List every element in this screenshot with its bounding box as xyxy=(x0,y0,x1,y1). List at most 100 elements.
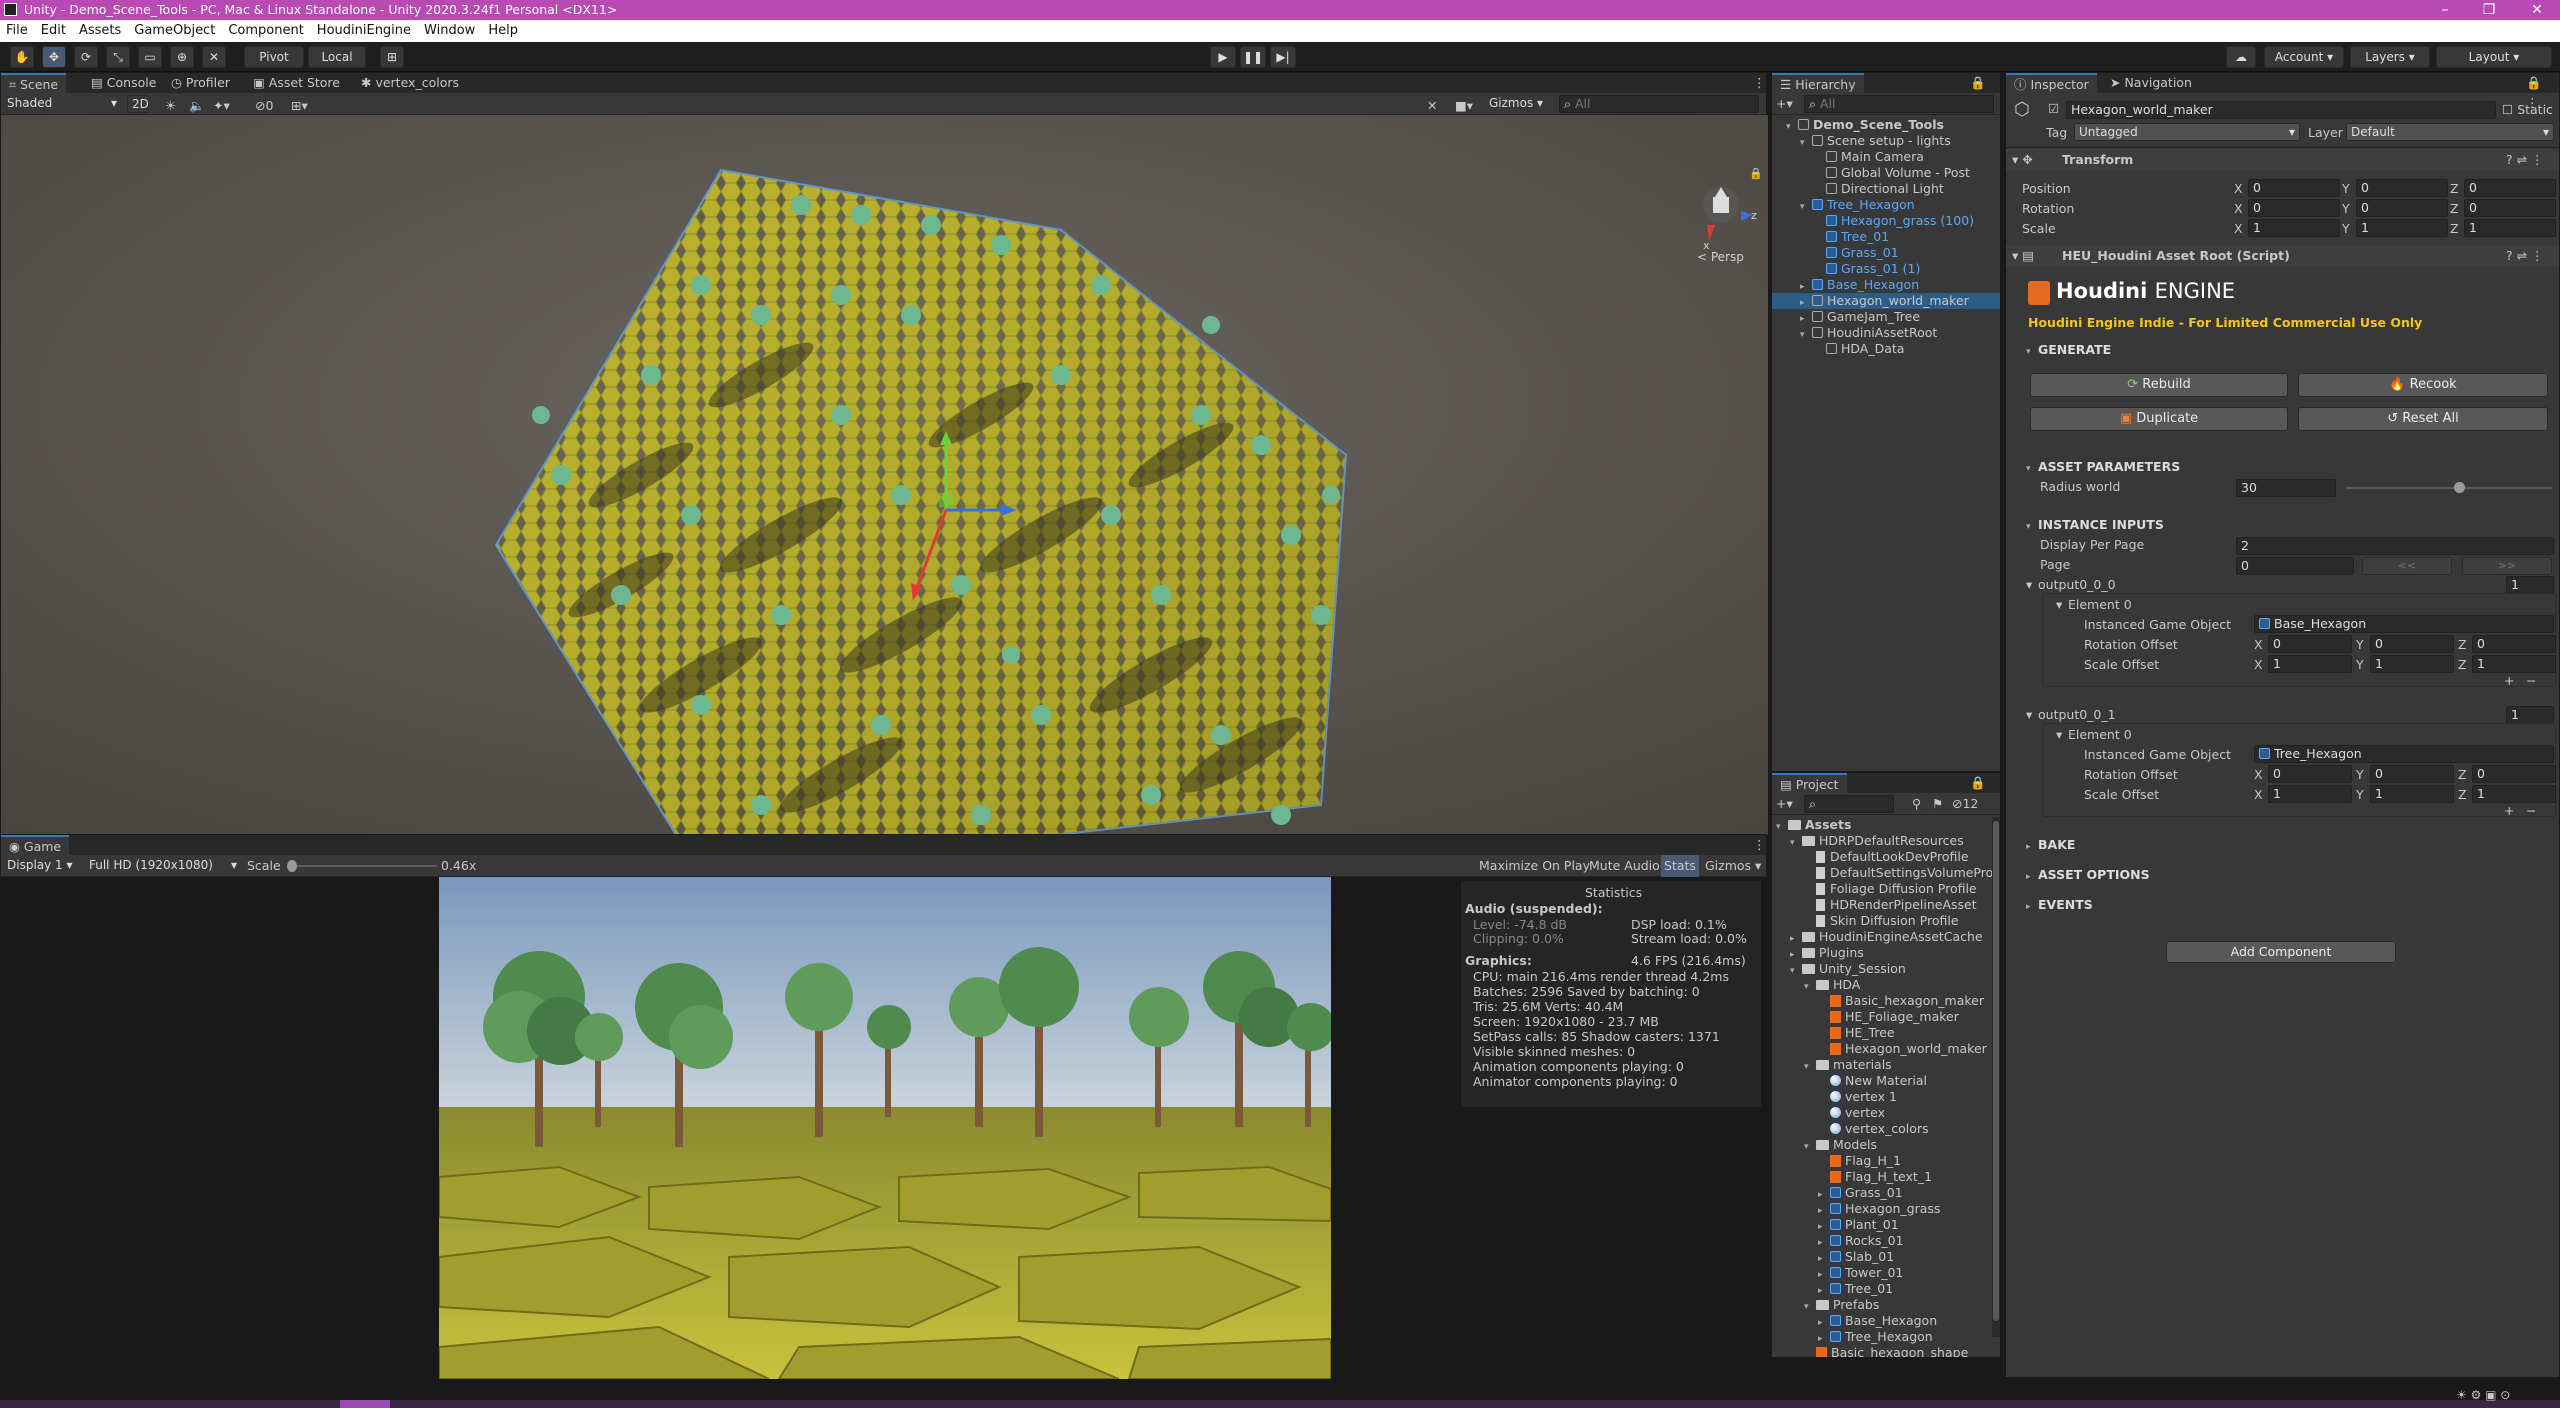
local-toggle[interactable]: Local xyxy=(308,46,366,68)
duplicate-button[interactable]: ▣ Duplicate xyxy=(2030,407,2288,431)
project-item[interactable]: Flag_H_text_1 xyxy=(1818,1169,1932,1185)
add-component-button[interactable]: Add Component xyxy=(2166,941,2396,963)
project-item[interactable]: ▸ Grass_01 xyxy=(1818,1185,1903,1201)
project-item[interactable]: ▸ Rocks_01 xyxy=(1818,1233,1904,1249)
rotate-tool-icon[interactable]: ⟳ xyxy=(74,46,98,68)
maximize-on-play-toggle[interactable]: Maximize On Play xyxy=(1479,855,1590,877)
grid-snap-icon[interactable]: ⊞ xyxy=(380,46,404,68)
hierarchy-add-button[interactable]: +▾ xyxy=(1776,93,1793,115)
project-item[interactable]: Basic_hexagon_shape xyxy=(1804,1345,1968,1357)
filter-label-icon[interactable]: ⚑ xyxy=(1932,793,1943,815)
scale-tool-icon[interactable]: ⤡ xyxy=(106,46,130,68)
menu-file[interactable]: File xyxy=(6,23,28,38)
scene-viewport[interactable]: < Persp x z 🔒 xyxy=(1,115,1768,835)
element-foldout-arrow-icon[interactable]: ▾ xyxy=(2056,727,2062,742)
tab-profiler[interactable]: ◷ Profiler xyxy=(163,73,238,93)
menu-assets[interactable]: Assets xyxy=(79,23,121,38)
transform-x-field[interactable]: 1 xyxy=(2248,219,2340,237)
minimize-icon[interactable]: – xyxy=(2430,0,2460,20)
layer-dropdown[interactable]: Default ▾ xyxy=(2346,123,2554,141)
menu-houdiniengine[interactable]: HoudiniEngine xyxy=(317,23,411,38)
output-foldout-arrow-icon[interactable]: ▾ xyxy=(2026,707,2032,722)
move-tool-icon[interactable]: ✥ xyxy=(42,46,66,68)
expand-arrow-icon[interactable]: ▾ xyxy=(1804,1139,1816,1155)
expand-arrow-icon[interactable]: ▾ xyxy=(1800,327,1812,343)
expand-arrow-icon[interactable]: ▾ xyxy=(1790,963,1802,979)
active-checkbox[interactable]: ☑ xyxy=(2048,101,2059,116)
hand-tool-icon[interactable]: ✋ xyxy=(10,46,34,68)
mute-audio-toggle[interactable]: Mute Audio xyxy=(1589,855,1660,877)
hierarchy-item[interactable]: Grass_01 xyxy=(1814,245,1899,261)
project-item[interactable]: ▸ Slab_01 xyxy=(1818,1249,1894,1265)
rebuild-button[interactable]: ⟳ Rebuild xyxy=(2030,373,2288,397)
project-item[interactable]: Basic_hexagon_maker xyxy=(1818,993,1984,1009)
resolution-dropdown[interactable]: Full HD (1920x1080) ▾ xyxy=(85,857,241,875)
project-item[interactable]: Flag_H_1 xyxy=(1818,1153,1901,1169)
stats-toggle[interactable]: Stats xyxy=(1661,855,1699,877)
radius-world-slider-thumb[interactable] xyxy=(2454,482,2465,493)
inspector-lock-icon[interactable]: 🔒⋮ xyxy=(2518,73,2559,110)
hierarchy-item[interactable]: ▸ Hexagon_world_maker xyxy=(1772,293,2000,309)
cloud-icon[interactable]: ☁ xyxy=(2226,46,2256,68)
scene-search-input[interactable]: ⌕ All xyxy=(1559,95,1759,113)
hidden-objects-toggle[interactable]: ⊘0 xyxy=(255,95,273,117)
rotation-offset-y-field[interactable]: 0 xyxy=(2370,765,2454,783)
tab-project[interactable]: ▤ Project xyxy=(1772,773,1847,793)
project-item[interactable]: vertex 1 xyxy=(1818,1089,1897,1105)
more-menu-icon[interactable]: ⋮ xyxy=(1745,73,1774,93)
project-item[interactable]: ▸ Tree_Hexagon xyxy=(1818,1329,1933,1345)
lighting-toggle-icon[interactable]: ☀ xyxy=(165,95,176,117)
add-element-button[interactable]: + xyxy=(2504,803,2514,818)
transform-x-field[interactable]: 0 xyxy=(2248,179,2340,197)
hierarchy-item[interactable]: Tree_01 xyxy=(1814,229,1889,245)
lock-view-icon[interactable]: 🔒 xyxy=(1749,167,1763,180)
project-item[interactable]: HE_Tree xyxy=(1818,1025,1895,1041)
hidden-packages-toggle[interactable]: ⊘12 xyxy=(1952,793,1978,815)
scale-offset-x-field[interactable]: 1 xyxy=(2268,655,2352,673)
play-button[interactable]: ▶ xyxy=(1210,46,1236,68)
layers-dropdown[interactable]: Layers ▾ xyxy=(2350,46,2430,68)
close-icon[interactable]: ✕ xyxy=(2522,0,2552,20)
game-more-menu-icon[interactable]: ⋮ xyxy=(1745,835,1774,855)
hierarchy-search-input[interactable]: ⌕ All xyxy=(1804,95,1994,113)
rotation-offset-y-field[interactable]: 0 xyxy=(2370,635,2454,653)
project-item[interactable]: ▸ Plugins xyxy=(1790,945,1864,961)
menu-gameobject[interactable]: GameObject xyxy=(134,23,215,38)
hierarchy-item[interactable]: Grass_01 (1) xyxy=(1814,261,1920,277)
tab-game[interactable]: ◉ Game xyxy=(1,835,70,855)
asset-options-section[interactable]: ▸ ASSET OPTIONS xyxy=(2026,867,2150,882)
scene-gizmos-dropdown[interactable]: Gizmos ▾ xyxy=(1485,95,1551,113)
project-item[interactable]: ▾ HDA xyxy=(1804,977,1860,993)
expand-arrow-icon[interactable]: ▾ xyxy=(1790,835,1802,851)
toggle-2d-button[interactable]: 2D xyxy=(127,95,149,113)
tab-console[interactable]: ▤ Console xyxy=(83,73,164,93)
rotation-offset-x-field[interactable]: 0 xyxy=(2268,635,2352,653)
hierarchy-lock-icon[interactable]: 🔒⋮ xyxy=(1962,73,2000,110)
audio-toggle-icon[interactable]: 🔈 xyxy=(189,95,205,117)
project-item[interactable]: New Material xyxy=(1818,1073,1927,1089)
tools-icon[interactable]: ✕ xyxy=(1427,95,1437,117)
expand-arrow-icon[interactable]: ▾ xyxy=(1804,979,1816,995)
events-section[interactable]: ▸ EVENTS xyxy=(2026,897,2093,912)
hierarchy-item[interactable]: ▾ Demo_Scene_Tools xyxy=(1786,117,1944,133)
scale-offset-z-field[interactable]: 1 xyxy=(2472,655,2556,673)
transform-y-field[interactable]: 0 xyxy=(2356,199,2448,217)
scale-offset-y-field[interactable]: 1 xyxy=(2370,655,2454,673)
project-item[interactable]: ▾ Unity_Session xyxy=(1790,961,1906,977)
menu-component[interactable]: Component xyxy=(228,23,303,38)
project-item[interactable]: ▸ Base_Hexagon xyxy=(1818,1313,1937,1329)
tab-inspector[interactable]: ⓘ Inspector xyxy=(2006,73,2097,93)
rotation-offset-z-field[interactable]: 0 xyxy=(2472,765,2556,783)
bake-section[interactable]: ▸ BAKE xyxy=(2026,837,2075,852)
script-menu-icons[interactable]: ? ⇌ ⋮ xyxy=(2506,248,2544,263)
project-search-input[interactable]: ⌕ xyxy=(1804,795,1894,813)
menu-help[interactable]: Help xyxy=(488,23,518,38)
expand-arrow-icon[interactable]: ▾ xyxy=(1776,819,1788,835)
pivot-toggle[interactable]: Pivot xyxy=(244,46,304,68)
object-name-field[interactable]: Hexagon_world_maker xyxy=(2066,101,2496,119)
persp-label[interactable]: < Persp xyxy=(1697,250,1744,264)
project-item[interactable]: Skin Diffusion Profile xyxy=(1804,913,1959,929)
script-header[interactable]: ▾ ▤ HEU_Houdini Asset Root (Script) ? ⇌ … xyxy=(2006,245,2559,267)
transform-header[interactable]: ▾ ✥ Transform ? ⇌ ⋮ xyxy=(2006,149,2559,171)
project-item[interactable]: Foliage Diffusion Profile xyxy=(1804,881,1977,897)
